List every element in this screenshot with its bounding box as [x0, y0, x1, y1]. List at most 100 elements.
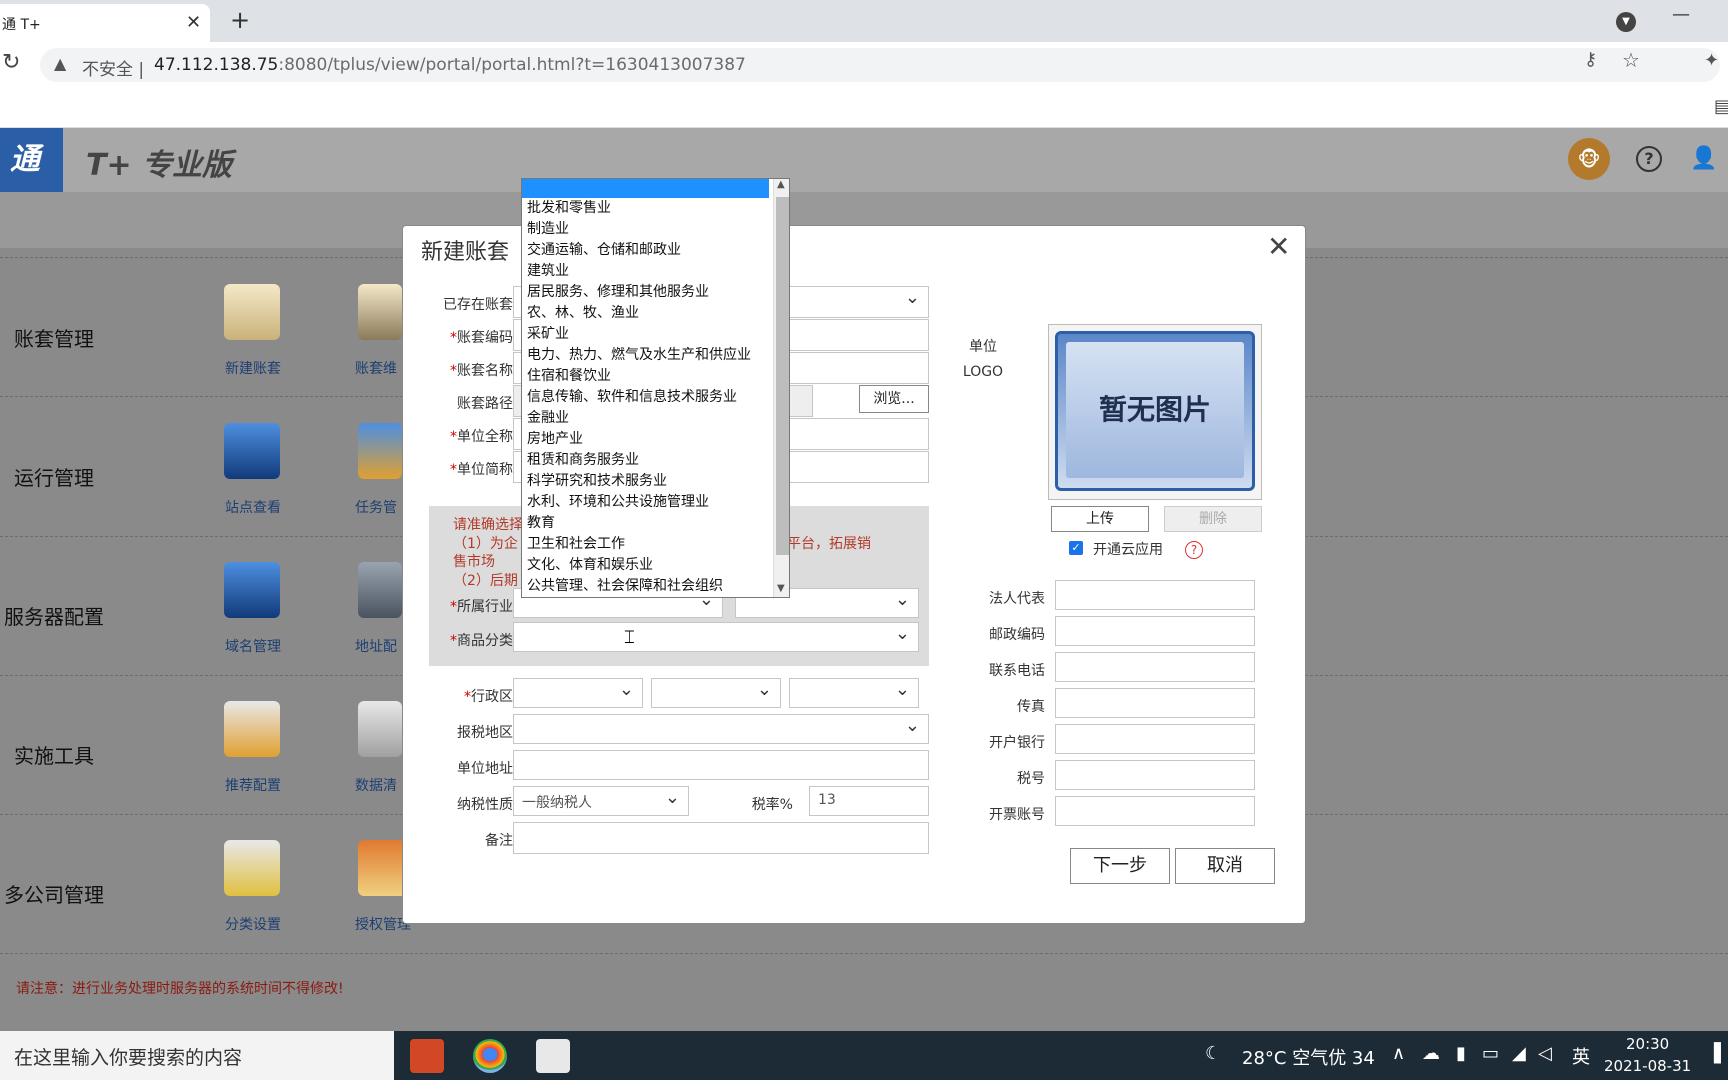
dropdown-option[interactable]: 批发和零售业 [527, 198, 767, 219]
dropdown-option[interactable]: 电力、热力、燃气及水生产和供应业 [527, 345, 767, 366]
new-account-link[interactable]: 新建账套 [203, 358, 303, 378]
cloud-icon[interactable]: ☁ [1422, 1043, 1440, 1064]
show-desktop-icon[interactable]: ▌ [1714, 1043, 1728, 1064]
invoice-account-input[interactable] [1055, 796, 1255, 826]
legal-rep-input[interactable] [1055, 580, 1255, 610]
extensions-icon[interactable]: ✦ [1704, 50, 1719, 71]
dropdown-option[interactable]: 交通运输、仓储和邮政业 [527, 240, 767, 261]
ime-indicator[interactable]: 英 [1572, 1043, 1590, 1069]
battery-icon[interactable]: ▭ [1482, 1043, 1499, 1064]
help-icon[interactable]: ? [1636, 146, 1662, 172]
help-question-icon[interactable]: ? [1185, 541, 1203, 559]
task-manage-icon[interactable] [358, 423, 402, 479]
volume-icon[interactable]: ◁ [1538, 1043, 1552, 1064]
browse-button[interactable]: 浏览... [859, 385, 929, 413]
dialog-close-icon[interactable]: ✕ [1267, 230, 1290, 263]
category-runtime: 运行管理 [14, 466, 94, 490]
taskbar-search-box[interactable]: 在这里输入你要搜索的内容 [0, 1031, 394, 1080]
authorization-icon[interactable] [358, 840, 408, 896]
dropdown-option[interactable]: 居民服务、修理和其他服务业 [527, 282, 767, 303]
dropdown-option[interactable]: 教育 [527, 513, 767, 534]
postcode-input[interactable] [1055, 616, 1255, 646]
clock-time[interactable]: 20:30 [1626, 1035, 1669, 1053]
dropdown-option[interactable]: 农、林、牧、渔业 [527, 303, 767, 324]
site-view-link[interactable]: 站点查看 [203, 497, 303, 517]
category-setting-icon[interactable] [224, 840, 280, 896]
address-config-icon[interactable] [358, 562, 402, 618]
key-icon[interactable]: ⚷ [1584, 49, 1597, 70]
browser-tab[interactable]: 通 T+ ✕ [0, 4, 210, 42]
phone-input[interactable] [1055, 652, 1255, 682]
address-input[interactable] [513, 750, 929, 780]
clock-date[interactable]: 2021-08-31 [1604, 1057, 1691, 1075]
dropdown-option[interactable]: 公共管理、社会保障和社会组织 [527, 576, 767, 597]
minimize-button[interactable]: — [1672, 4, 1690, 25]
province-select[interactable] [513, 678, 643, 708]
upload-button[interactable]: 上传 [1051, 506, 1149, 532]
dropdown-option[interactable]: 水利、环境和公共设施管理业 [527, 492, 767, 513]
omnibox[interactable]: ▲ 不安全 | 47.112.138.75:8080/tplus/view/po… [40, 48, 1720, 82]
task-manage-link[interactable]: 任务管 [355, 497, 403, 517]
data-clean-link[interactable]: 数据清 [355, 775, 403, 795]
recommend-config-icon[interactable] [224, 701, 280, 757]
next-button[interactable]: 下一步 [1070, 848, 1170, 884]
recorder-app-icon[interactable] [536, 1039, 570, 1073]
microphone-icon[interactable]: ▮ [1456, 1043, 1466, 1064]
bookmark-star-icon[interactable]: ☆ [1622, 48, 1640, 72]
dropdown-option[interactable]: 住宿和餐饮业 [527, 366, 767, 387]
fax-input[interactable] [1055, 688, 1255, 718]
label-short-name: *单位简称 [450, 462, 513, 478]
remark-input[interactable] [513, 822, 929, 854]
label-fax: 传真 [1017, 699, 1045, 715]
notice-line: 售市场 [453, 554, 495, 570]
bank-input[interactable] [1055, 724, 1255, 754]
cancel-button[interactable]: 取消 [1175, 848, 1275, 884]
powerpoint-icon[interactable] [410, 1039, 444, 1073]
scrollbar-thumb[interactable] [776, 197, 789, 555]
weather-text[interactable]: 28°C 空气优 34 [1242, 1044, 1375, 1070]
site-view-icon[interactable] [224, 423, 280, 479]
cloud-app-checkbox[interactable]: ✓ [1069, 541, 1083, 555]
reading-list-icon[interactable]: ▤ [1714, 96, 1728, 117]
dropdown-scrollbar[interactable]: ▲ ▼ [773, 179, 789, 597]
dropdown-option[interactable]: 科学研究和技术服务业 [527, 471, 767, 492]
tax-no-input[interactable] [1055, 760, 1255, 790]
dropdown-option[interactable]: 信息传输、软件和信息技术服务业 [527, 387, 767, 408]
data-clean-icon[interactable] [358, 701, 402, 757]
goods-category-select[interactable] [513, 622, 919, 652]
new-account-icon[interactable] [224, 284, 280, 340]
domain-manage-link[interactable]: 域名管理 [203, 636, 303, 656]
dropdown-option[interactable]: 文化、体育和娱乐业 [527, 555, 767, 576]
url-text[interactable]: 47.112.138.75:8080/tplus/view/portal/por… [154, 55, 746, 75]
user-icon[interactable]: 👤 [1690, 146, 1717, 171]
dropdown-selected-empty-option[interactable] [522, 179, 769, 198]
wifi-icon[interactable]: ◢ [1512, 1043, 1526, 1064]
dropdown-option[interactable]: 房地产业 [527, 429, 767, 450]
account-maintain-link[interactable]: 账套维 [355, 358, 403, 378]
tab-search-icon[interactable]: ▼ [1616, 12, 1636, 32]
mascot-icon[interactable]: 🐵 [1568, 138, 1610, 180]
domain-manage-icon[interactable] [224, 562, 280, 618]
tab-close-icon[interactable]: ✕ [186, 12, 201, 33]
new-tab-button[interactable]: + [230, 6, 250, 34]
city-select[interactable] [651, 678, 781, 708]
tray-chevron-icon[interactable]: ∧ [1392, 1043, 1405, 1064]
scroll-up-icon[interactable]: ▲ [777, 179, 785, 190]
chrome-icon[interactable] [473, 1039, 507, 1073]
dropdown-option[interactable]: 金融业 [527, 408, 767, 429]
recommend-config-link[interactable]: 推荐配置 [203, 775, 303, 795]
dropdown-option[interactable]: 建筑业 [527, 261, 767, 282]
dropdown-option[interactable]: 采矿业 [527, 324, 767, 345]
warning-icon[interactable]: ▲ [54, 54, 66, 73]
address-config-link[interactable]: 地址配 [355, 636, 403, 656]
dropdown-option[interactable]: 租赁和商务服务业 [527, 450, 767, 471]
category-setting-link[interactable]: 分类设置 [203, 914, 303, 934]
account-maintain-icon[interactable] [358, 284, 402, 340]
delete-button[interactable]: 删除 [1164, 506, 1262, 532]
dropdown-option[interactable]: 制造业 [527, 219, 767, 240]
tax-type-select[interactable]: 一般纳税人 [513, 786, 689, 816]
tax-region-select[interactable] [513, 714, 929, 744]
reload-icon[interactable]: ↻ [2, 50, 20, 75]
scroll-down-icon[interactable]: ▼ [777, 583, 785, 594]
dropdown-option[interactable]: 卫生和社会工作 [527, 534, 767, 555]
